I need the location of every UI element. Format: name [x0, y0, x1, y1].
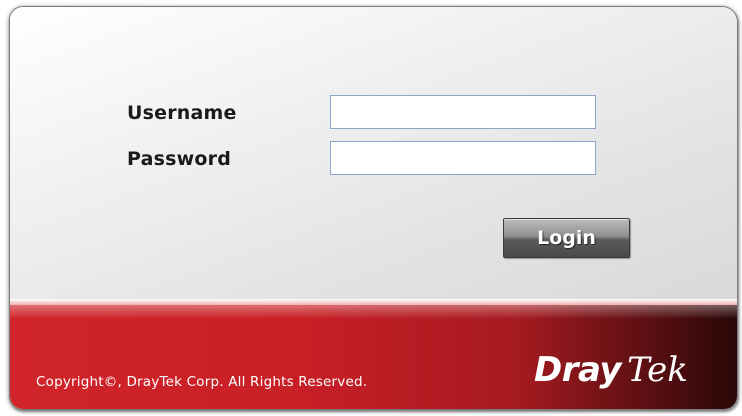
login-button[interactable]: Login [503, 218, 630, 258]
username-label: Username [127, 102, 237, 124]
draytek-logo: Dray Tek [534, 350, 688, 390]
copyright-text: Copyright©, DrayTek Corp. All Rights Res… [36, 374, 368, 390]
footer-sheen [10, 305, 737, 319]
password-label: Password [127, 148, 232, 170]
login-panel: Username Password Login Copyright©, Dray… [9, 6, 738, 410]
logo-text-dray: Dray [534, 350, 622, 390]
logo-text-tek: Tek [627, 350, 688, 390]
username-input[interactable] [330, 95, 596, 129]
password-input[interactable] [330, 141, 596, 175]
login-form: Username Password Login [10, 7, 737, 299]
footer-banner: Copyright©, DrayTek Corp. All Rights Res… [10, 305, 737, 409]
